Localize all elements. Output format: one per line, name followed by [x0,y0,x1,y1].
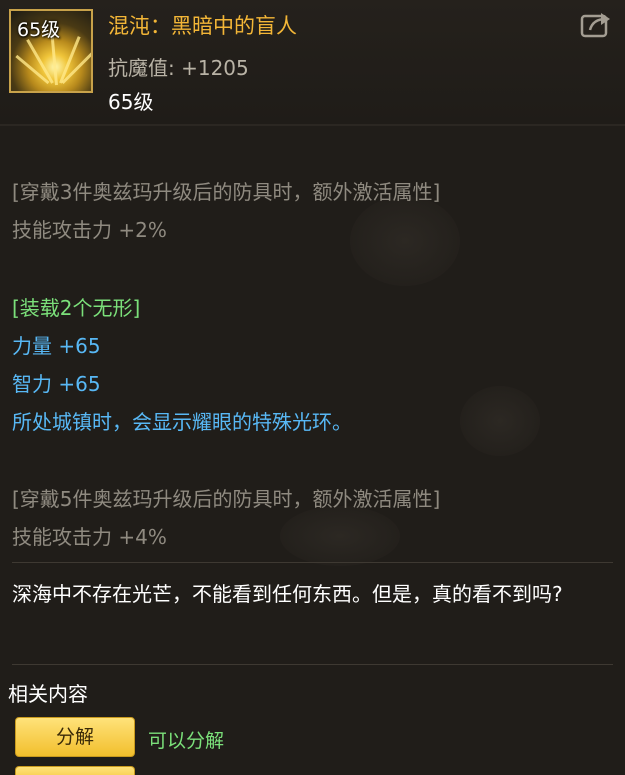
secondary-button[interactable] [15,766,135,775]
equip-bonus-header: [装载2个无形] [12,296,141,320]
tooltip-body: [穿戴3件奥兹玛升级后的防具时，额外激活属性] 技能攻击力 +2% [装载2个无… [0,126,625,775]
item-stat: 抗魔值: +1205 [108,56,249,80]
section-divider [12,664,613,665]
set-bonus-5-header: [穿戴5件奥兹玛升级后的防具时，额外激活属性] [12,487,441,511]
equip-bonus-strength: 力量 +65 [12,334,101,358]
item-name: 混沌：黑暗中的盲人 [108,14,297,38]
equip-bonus-intelligence: 智力 +65 [12,372,101,396]
disassemble-button[interactable]: 分解 [15,717,135,757]
item-icon: 65级 [9,9,93,93]
related-title: 相关内容 [8,682,88,706]
item-level: 65级 [108,90,154,114]
set-bonus-5-effect: 技能攻击力 +4% [12,525,167,549]
set-bonus-3-header: [穿戴3件奥兹玛升级后的防具时，额外激活属性] [12,180,441,204]
item-description: 深海中不存在光芒，不能看到任何东西。但是，真的看不到吗? [12,582,563,606]
set-bonus-3-effect: 技能攻击力 +2% [12,218,167,242]
equip-bonus-aura: 所处城镇时，会显示耀眼的特殊光环。 [12,410,352,434]
item-tooltip: 65级 混沌：黑暗中的盲人 抗魔值: +1205 65级 [穿戴3件奥兹玛升级后… [0,0,625,775]
icon-level-label: 65级 [17,19,61,41]
section-divider [12,562,613,563]
disassemble-note: 可以分解 [148,730,225,752]
tooltip-header: 65级 混沌：黑暗中的盲人 抗魔值: +1205 65级 [0,0,625,124]
share-icon[interactable] [580,10,614,40]
